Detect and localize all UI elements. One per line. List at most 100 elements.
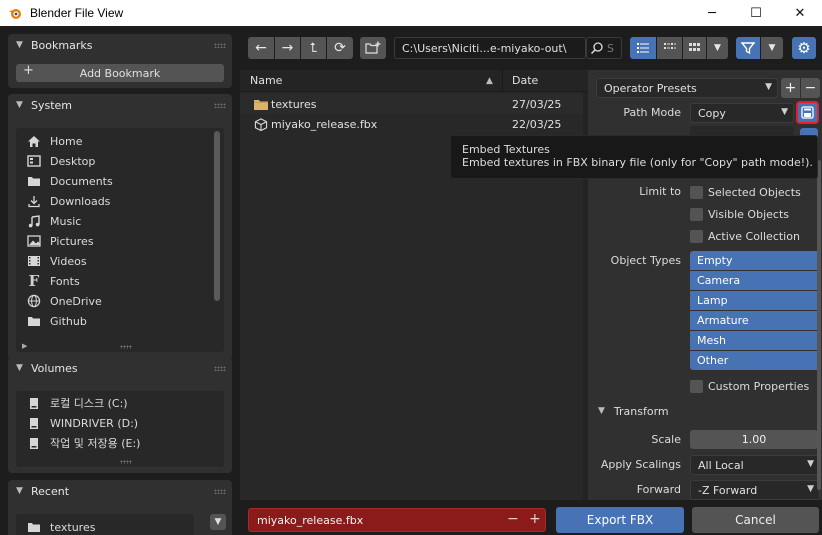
add-bookmark-button[interactable]: + Add Bookmark [16,63,224,82]
drag-grip-icon[interactable] [214,103,226,108]
sidebar-item-downloads[interactable]: Downloads [16,191,224,211]
sidebar-item-desktop[interactable]: Desktop [16,151,224,171]
close-button[interactable]: ✕ [778,0,822,26]
decrement-filename-button[interactable]: − [507,511,519,527]
cancel-label: Cancel [735,513,776,527]
sort-ascending-icon[interactable]: ▲ [486,76,493,86]
sidebar-item-github[interactable]: Github [16,311,224,331]
file-date: 27/03/25 [512,97,562,111]
volumes-header[interactable]: ▼ Volumes [8,357,232,379]
recent-dropdown-button[interactable]: ▼ [210,514,226,530]
column-name-header[interactable]: Name [250,74,282,87]
drag-grip-icon[interactable] [214,366,226,371]
object-type-other[interactable]: Other [690,351,820,370]
display-settings-dropdown[interactable]: ▼ [707,37,728,59]
chevron-down-icon: ▼ [768,43,776,53]
add-preset-button[interactable]: + [781,78,800,98]
parent-directory-button[interactable]: ⮤ [301,37,326,59]
forward-label: Forward [636,483,681,496]
volume-item-e[interactable]: 작업 및 저장용 (E:) [16,433,224,453]
object-type-armature[interactable]: Armature [690,311,820,330]
object-type-mesh[interactable]: Mesh [690,331,820,350]
chevron-down-icon: ▼ [16,40,23,50]
title-bar: Blender File View ─ ☐ ✕ [0,0,822,26]
options-scrollbar[interactable] [817,160,821,490]
sidebar-item-label: Pictures [50,234,94,248]
settings-toggle-button[interactable]: ⚙ [792,37,816,59]
sidebar-item-label: Desktop [50,154,96,168]
object-type-camera[interactable]: Camera [690,271,820,290]
sidebar-item-documents[interactable]: Documents [16,171,224,191]
transform-section-header[interactable]: ▼ Transform [598,402,669,420]
minimize-button[interactable]: ─ [690,0,734,26]
drag-grip-icon[interactable] [120,460,132,464]
recent-header[interactable]: ▼ Recent [8,480,232,502]
new-folder-button[interactable] [360,37,386,59]
scale-field[interactable]: 1.00 [690,430,818,449]
checkbox-box [690,185,703,199]
search-input[interactable]: S [586,37,622,59]
cancel-button[interactable]: Cancel [692,507,819,533]
column-date-header[interactable]: Date [512,74,538,87]
filename-input[interactable]: miyako_release.fbx − + [248,508,546,532]
custom-properties-checkbox[interactable]: Custom Properties [690,377,809,395]
back-button[interactable]: ← [248,37,274,59]
volume-item-c[interactable]: 로컬 디스크 (C:) [16,393,224,413]
remove-preset-button[interactable]: − [801,78,820,98]
export-fbx-button[interactable]: Export FBX [556,507,684,533]
apply-scalings-dropdown[interactable]: All Local ▼ [690,455,820,475]
volume-item-d[interactable]: WINDRIVER (D:) [16,413,224,433]
column-separator[interactable] [502,70,503,92]
sidebar-item-pictures[interactable]: Pictures [16,231,224,251]
system-scrollbar[interactable] [214,131,220,301]
bookmarks-header[interactable]: ▼ Bookmarks [8,34,232,56]
directory-path-input[interactable]: C:\Users\Niciti...e-miyako-out\ [394,37,586,59]
recent-item-textures[interactable]: textures [16,517,194,535]
file-list-header: Name ▲ Date [240,70,588,92]
refresh-icon: ⟳ [334,40,346,56]
view-horizontal-list-button[interactable] [657,37,682,59]
search-placeholder: S [607,41,614,55]
pictures-icon [26,234,42,248]
view-vertical-list-button[interactable] [630,37,656,59]
operator-presets-dropdown[interactable]: Operator Presets ▼ [596,78,778,98]
selected-objects-checkbox[interactable]: Selected Objects [690,183,801,201]
drag-grip-icon[interactable] [214,489,226,494]
limit-to-label: Limit to [639,185,681,198]
scroll-arrow-icon[interactable]: ▶ [22,342,27,350]
maximize-button[interactable]: ☐ [734,0,778,26]
sidebar-item-videos[interactable]: Videos [16,251,224,271]
window-title: Blender File View [30,6,124,20]
visible-objects-checkbox[interactable]: Visible Objects [690,205,789,223]
checkbox-box [690,207,703,221]
filter-dropdown[interactable]: ▼ [761,37,783,59]
sidebar-item-home[interactable]: Home [16,131,224,151]
checkbox-label: Custom Properties [708,379,810,393]
filter-toggle-button[interactable] [736,37,760,59]
file-row-miyako-release-fbx[interactable]: miyako_release.fbx 22/03/25 [240,114,588,134]
sidebar-item-fonts[interactable]: F Fonts [16,271,224,291]
view-thumbnails-button[interactable] [683,37,706,59]
system-header[interactable]: ▼ System [8,94,232,116]
increment-filename-button[interactable]: + [529,511,541,527]
sidebar-item-music[interactable]: Music [16,211,224,231]
file-date: 22/03/25 [512,117,562,131]
gear-icon: ⚙ [797,39,811,57]
volumes-panel: ▼ Volumes 로컬 디스크 (C:) WINDRIVER (D:) 작업 … [8,357,232,473]
file-row-textures[interactable]: textures 27/03/25 [240,94,588,114]
plus-icon: + [784,80,797,96]
object-type-lamp[interactable]: Lamp [690,291,820,310]
drag-grip-icon[interactable] [214,43,226,48]
system-title: System [31,98,73,112]
forward-axis-dropdown[interactable]: -Z Forward ▼ [690,480,820,500]
drag-grip-icon[interactable] [120,345,132,349]
forward-button[interactable]: → [275,37,300,59]
embed-textures-toggle[interactable] [796,101,819,124]
mesh-cube-icon [254,117,268,131]
refresh-button[interactable]: ⟳ [327,37,353,59]
active-collection-checkbox[interactable]: Active Collection [690,227,800,245]
path-mode-dropdown[interactable]: Copy ▼ [690,103,794,123]
blender-logo-icon [9,9,21,19]
object-type-empty[interactable]: Empty [690,251,820,270]
sidebar-item-onedrive[interactable]: OneDrive [16,291,224,311]
